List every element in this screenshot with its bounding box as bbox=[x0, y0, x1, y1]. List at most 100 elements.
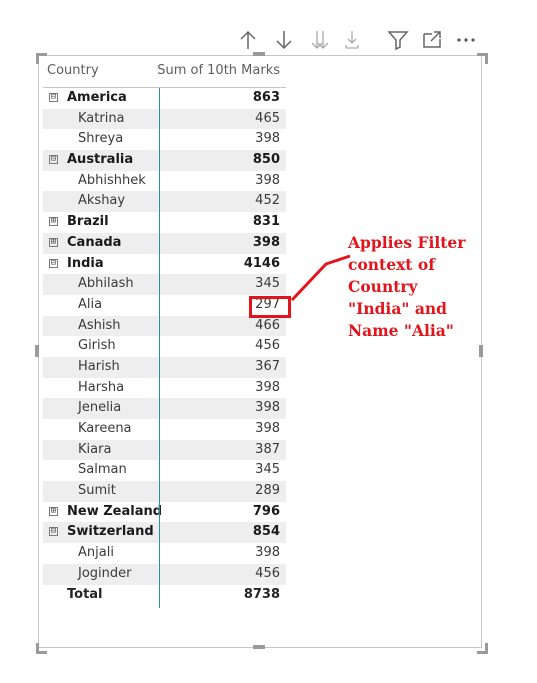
row-label: Brazil bbox=[67, 214, 109, 230]
row-value: 831 bbox=[252, 214, 280, 230]
matrix-child-row[interactable]: Girish 456 bbox=[43, 336, 286, 357]
matrix-child-row[interactable]: Abhilash 345 bbox=[43, 274, 286, 295]
collapse-icon[interactable]: ⊟ bbox=[49, 258, 58, 268]
resize-corner-bottom-left[interactable] bbox=[36, 643, 47, 654]
row-value: 398 bbox=[255, 421, 280, 436]
matrix-child-row[interactable]: Abhishhek 398 bbox=[43, 171, 286, 192]
row-label: Girish bbox=[78, 338, 116, 354]
matrix-group-row[interactable]: ⊟ Australia 850 bbox=[43, 150, 286, 171]
row-value: 398 bbox=[255, 545, 280, 561]
matrix-child-row[interactable]: Salman 345 bbox=[43, 460, 286, 481]
annotation-line-5: Name "Alia" bbox=[348, 321, 454, 340]
annotation-line-2: context of bbox=[348, 255, 435, 274]
row-value: 863 bbox=[252, 90, 280, 105]
row-value: 465 bbox=[255, 110, 280, 126]
row-label: Shreya bbox=[78, 131, 124, 147]
resize-handle-bottom[interactable] bbox=[253, 645, 265, 649]
matrix-group-row[interactable]: ⊞ Brazil 831 bbox=[43, 212, 286, 233]
expand-down-icon[interactable] bbox=[340, 28, 364, 52]
collapse-icon[interactable]: ⊟ bbox=[49, 527, 58, 537]
row-label: New Zealand bbox=[67, 503, 163, 519]
row-value: 4146 bbox=[243, 255, 280, 271]
resize-handle-top[interactable] bbox=[253, 52, 265, 56]
row-value: 387 bbox=[255, 441, 280, 457]
annotation-line-1: Applies Filter bbox=[348, 233, 466, 252]
more-options-icon[interactable] bbox=[454, 28, 478, 52]
row-label: Australia bbox=[67, 152, 134, 168]
row-label: Abhishhek bbox=[78, 172, 146, 188]
row-label: Total bbox=[67, 586, 103, 602]
expand-icon[interactable]: ⊞ bbox=[49, 237, 58, 247]
matrix-child-row[interactable]: Harsha 398 bbox=[43, 378, 286, 399]
row-value: 345 bbox=[255, 462, 280, 478]
matrix-group-row[interactable]: ⊟ Switzerland 854 bbox=[43, 522, 286, 544]
row-label: Jenelia bbox=[78, 400, 122, 416]
matrix-child-row[interactable]: Shreya 398 bbox=[43, 129, 286, 150]
matrix-child-row[interactable]: Anjali 398 bbox=[43, 543, 286, 564]
column-header-sum-marks[interactable]: Sum of 10th Marks bbox=[157, 63, 280, 78]
matrix-group-row[interactable]: ⊞ Canada 398 bbox=[43, 232, 286, 254]
double-arrow-down-icon[interactable] bbox=[308, 28, 332, 52]
matrix-total-row[interactable]: Total 8738 bbox=[43, 585, 286, 606]
row-label: Joginder bbox=[78, 565, 132, 581]
collapse-icon[interactable]: ⊟ bbox=[49, 155, 58, 165]
matrix-child-row[interactable]: Ashish 466 bbox=[43, 315, 286, 337]
matrix-child-row[interactable]: Kareena 398 bbox=[43, 419, 286, 440]
row-label: Canada bbox=[67, 234, 122, 250]
matrix-group-row[interactable]: ⊟ India 4146 bbox=[43, 254, 286, 275]
expand-icon[interactable]: ⊞ bbox=[49, 506, 58, 516]
matrix-group-row[interactable]: ⊞ New Zealand 796 bbox=[43, 502, 286, 523]
annotation-line-3: Country bbox=[348, 277, 418, 296]
row-label: America bbox=[67, 90, 127, 105]
row-label: Sumit bbox=[78, 483, 116, 499]
matrix-child-row[interactable]: Jenelia 398 bbox=[43, 398, 286, 419]
expand-icon[interactable]: ⊞ bbox=[49, 217, 58, 227]
column-divider bbox=[159, 88, 160, 608]
resize-corner-bottom-right[interactable] bbox=[477, 643, 488, 654]
row-value: 796 bbox=[252, 503, 280, 519]
filter-icon[interactable] bbox=[386, 28, 410, 52]
matrix-child-row[interactable]: Akshay 452 bbox=[43, 191, 286, 213]
annotation-line-4: "India" and bbox=[348, 299, 447, 318]
resize-handle-left[interactable] bbox=[35, 345, 39, 357]
resize-corner-top-right[interactable] bbox=[477, 53, 488, 64]
row-label: Switzerland bbox=[67, 524, 154, 540]
row-label: Anjali bbox=[78, 545, 114, 561]
row-label: Harish bbox=[78, 358, 120, 374]
row-label: India bbox=[67, 255, 104, 271]
matrix-header: Country Sum of 10th Marks bbox=[43, 60, 286, 88]
row-value: 398 bbox=[255, 400, 280, 416]
matrix-child-row[interactable]: Harish 367 bbox=[43, 356, 286, 378]
row-value: 8738 bbox=[243, 586, 280, 602]
arrow-up-icon[interactable] bbox=[236, 28, 260, 52]
matrix-table: Country Sum of 10th Marks ⊟ America 863 Kat… bbox=[43, 60, 286, 605]
matrix-child-row[interactable]: Kiara 387 bbox=[43, 439, 286, 461]
row-value: 850 bbox=[252, 152, 280, 168]
row-label: Salman bbox=[78, 462, 127, 478]
row-value: 345 bbox=[255, 276, 280, 292]
row-value: 398 bbox=[255, 131, 280, 147]
row-value: 289 bbox=[255, 483, 280, 499]
matrix-child-row[interactable]: Sumit 289 bbox=[43, 481, 286, 502]
row-label: Abhilash bbox=[78, 276, 134, 292]
row-value: 452 bbox=[255, 193, 280, 209]
row-value: 398 bbox=[252, 234, 280, 250]
row-label: Harsha bbox=[78, 379, 125, 395]
row-label: Ashish bbox=[78, 317, 121, 333]
annotation-text: Applies Filter context of Country "India… bbox=[348, 232, 498, 342]
row-label: Kiara bbox=[78, 441, 112, 457]
matrix-body: ⊟ America 863 Katrina 465 Shreya 398 ⊟ Australia… bbox=[43, 88, 286, 605]
annotation-arrow bbox=[290, 254, 351, 302]
resize-handle-right[interactable] bbox=[479, 345, 483, 357]
visual-header-toolbar bbox=[236, 28, 480, 52]
row-value: 398 bbox=[255, 172, 280, 188]
collapse-icon[interactable]: ⊟ bbox=[49, 93, 58, 102]
row-label: Kareena bbox=[78, 421, 132, 436]
matrix-child-row[interactable]: Katrina 465 bbox=[43, 108, 286, 130]
focus-mode-icon[interactable] bbox=[420, 28, 444, 52]
matrix-group-row[interactable]: ⊟ America 863 bbox=[43, 88, 286, 109]
arrow-down-icon[interactable] bbox=[272, 28, 296, 52]
matrix-child-row[interactable]: Joginder 456 bbox=[43, 563, 286, 585]
column-header-country[interactable]: Country bbox=[47, 63, 99, 78]
row-label: Alia bbox=[78, 296, 103, 312]
